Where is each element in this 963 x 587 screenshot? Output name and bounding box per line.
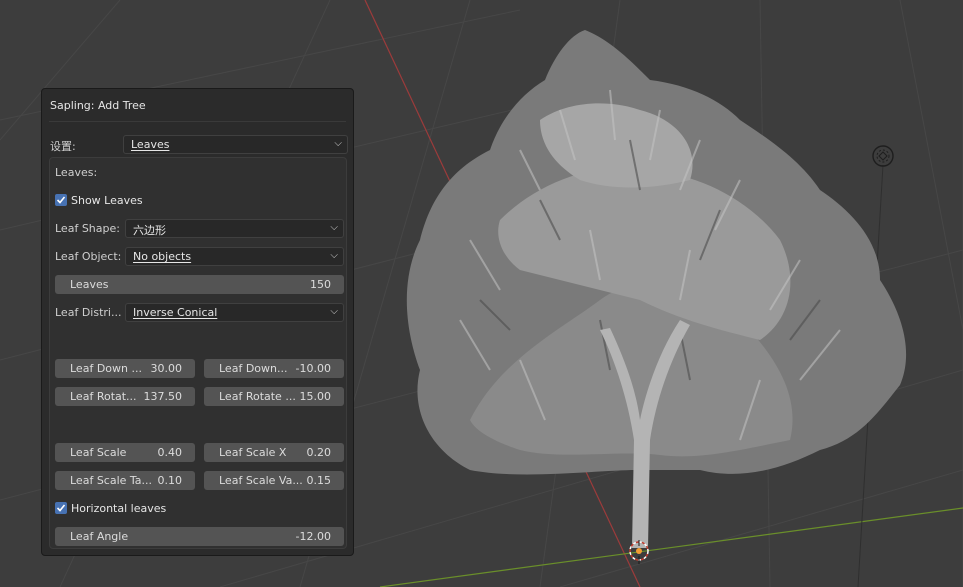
leaf-rotate-2-value: 15.00 [299, 390, 332, 403]
section-title: Leaves: [55, 166, 98, 179]
leaf-scale-value: 0.40 [157, 446, 183, 459]
light-gizmo-icon[interactable] [871, 144, 895, 168]
leaf-scale-x-slider[interactable]: Leaf Scale X 0.20 [204, 443, 344, 462]
checkmark-icon [56, 504, 66, 512]
leaves-label: Leaves [70, 278, 109, 291]
leaf-angle-value: -12.00 [295, 530, 331, 543]
leaves-value: 150 [310, 278, 331, 291]
chevron-down-icon: ⌵ [334, 138, 342, 149]
leaf-object-label: Leaf Object: [55, 250, 122, 263]
leaf-down-slider-2[interactable]: Leaf Down... -10.00 [204, 359, 344, 378]
leaves-subpanel: Leaves: Show Leaves Leaf Shape: 六边形 ⌵ Le… [49, 157, 347, 549]
leaf-object-value: No objects [133, 250, 192, 263]
chevron-down-icon: ⌵ [330, 306, 338, 317]
leaf-down-1-value: 30.00 [150, 362, 183, 375]
horizontal-leaves-label: Horizontal leaves [71, 502, 167, 515]
leaf-down-1-label: Leaf Down ... [70, 362, 142, 375]
leaf-rotate-slider-2[interactable]: Leaf Rotate ... 15.00 [204, 387, 344, 406]
show-leaves-label: Show Leaves [71, 194, 143, 207]
leaf-scale-x-label: Leaf Scale X [219, 446, 287, 459]
leaf-scale-taper-value: 0.10 [157, 474, 183, 487]
operator-panel[interactable]: Sapling: Add Tree 设置: Leaves ⌵ Leaves: S… [41, 88, 354, 556]
leaf-shape-dropdown[interactable]: 六边形 ⌵ [125, 219, 344, 238]
leaf-object-dropdown[interactable]: No objects ⌵ [125, 247, 344, 266]
leaf-scale-x-value: 0.20 [306, 446, 332, 459]
checkmark-icon [56, 196, 66, 204]
leaf-angle-slider[interactable]: Leaf Angle -12.00 [55, 527, 344, 546]
leaf-rotate-1-value: 137.50 [143, 390, 183, 403]
leaf-distribution-value: Inverse Conical [133, 306, 218, 319]
leaf-scale-slider[interactable]: Leaf Scale 0.40 [55, 443, 195, 462]
leaf-scale-var-slider[interactable]: Leaf Scale Va... 0.15 [204, 471, 344, 490]
leaf-scale-var-value: 0.15 [306, 474, 332, 487]
chevron-down-icon: ⌵ [330, 250, 338, 261]
settings-value: Leaves [131, 138, 170, 151]
leaf-distribution-label: Leaf Distri... [55, 306, 122, 319]
leaf-scale-taper-slider[interactable]: Leaf Scale Ta... 0.10 [55, 471, 195, 490]
leaf-rotate-slider-1[interactable]: Leaf Rotat... 137.50 [55, 387, 195, 406]
leaf-scale-label: Leaf Scale [70, 446, 127, 459]
leaf-rotate-1-label: Leaf Rotat... [70, 390, 137, 403]
settings-dropdown[interactable]: Leaves ⌵ [123, 135, 348, 154]
leaf-down-slider-1[interactable]: Leaf Down ... 30.00 [55, 359, 195, 378]
horizontal-leaves-checkbox[interactable] [55, 502, 67, 514]
leaves-slider[interactable]: Leaves 150 [55, 275, 344, 294]
leaf-distribution-dropdown[interactable]: Inverse Conical ⌵ [125, 303, 344, 322]
leaf-down-2-value: -10.00 [295, 362, 331, 375]
leaf-scale-var-label: Leaf Scale Va... [219, 474, 303, 487]
leaf-shape-value: 六边形 [133, 224, 166, 237]
chevron-down-icon: ⌵ [330, 222, 338, 233]
leaf-shape-label: Leaf Shape: [55, 222, 120, 235]
title-separator [49, 121, 346, 122]
3d-cursor-icon[interactable] [628, 536, 650, 568]
leaf-angle-label: Leaf Angle [70, 530, 129, 543]
leaf-scale-taper-label: Leaf Scale Ta... [70, 474, 153, 487]
show-leaves-checkbox[interactable] [55, 194, 67, 206]
leaf-down-2-label: Leaf Down... [219, 362, 288, 375]
leaf-rotate-2-label: Leaf Rotate ... [219, 390, 296, 403]
panel-title[interactable]: Sapling: Add Tree [50, 99, 146, 112]
settings-label: 设置: [50, 140, 76, 153]
